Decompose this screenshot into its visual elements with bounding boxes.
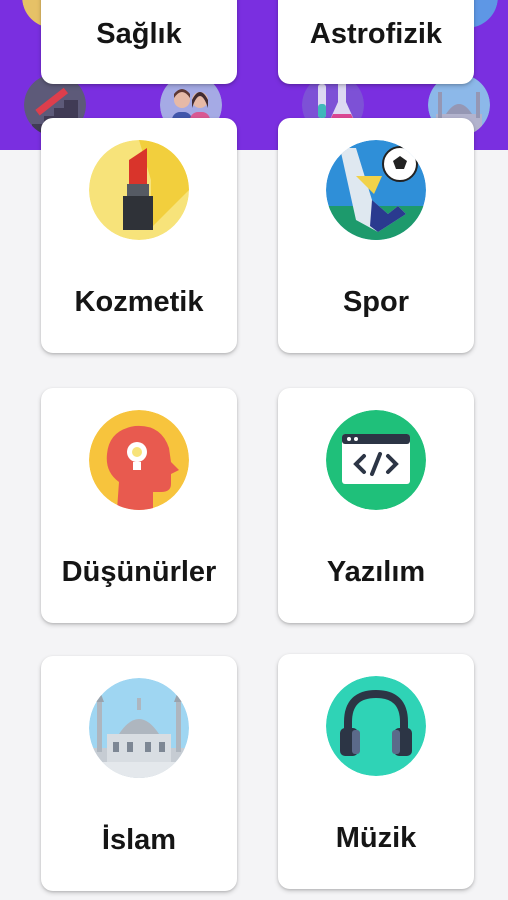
thinker-icon (89, 410, 189, 510)
soccer-icon (326, 140, 426, 240)
category-card-spor[interactable]: Spor (278, 118, 474, 353)
category-card-muzik[interactable]: Müzik (278, 654, 474, 889)
category-label: İslam (101, 824, 177, 856)
category-card-dusunurler[interactable]: Düşünürler (41, 388, 237, 623)
category-card-astrofizik[interactable]: Astrofizik (278, 0, 474, 84)
code-icon (326, 410, 426, 510)
headphones-icon (326, 676, 426, 776)
category-label: Astrofizik (309, 18, 443, 50)
category-card-saglik[interactable]: Sağlık (41, 0, 237, 84)
lipstick-icon (89, 140, 189, 240)
category-label: Yazılım (326, 556, 426, 588)
category-label: Müzik (335, 822, 417, 854)
category-card-kozmetik[interactable]: Kozmetik (41, 118, 237, 353)
category-label: Kozmetik (74, 286, 204, 318)
category-card-islam[interactable]: İslam (41, 656, 237, 891)
category-label: Spor (342, 286, 410, 318)
category-card-yazilim[interactable]: Yazılım (278, 388, 474, 623)
category-label: Sağlık (96, 18, 182, 50)
category-label: Düşünürler (61, 556, 217, 588)
mosque-icon (89, 678, 189, 778)
